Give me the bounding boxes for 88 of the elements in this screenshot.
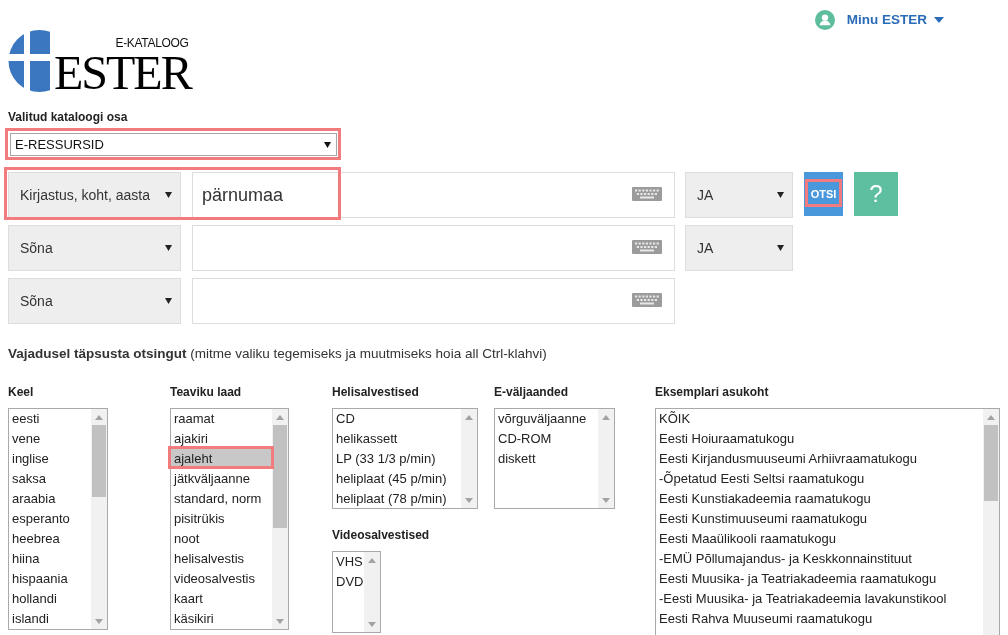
list-option[interactable]: heliplaat (78 p/min) <box>333 489 461 508</box>
list-option[interactable]: ajakiri <box>171 429 272 449</box>
keyboard-icon <box>632 240 662 254</box>
scroll-up-icon <box>602 414 610 420</box>
list-option[interactable]: -EMÜ Põllumajandus- ja Keskkonnainstituut <box>656 549 983 569</box>
field-dropdown[interactable]: Kirjastus, koht, aasta <box>8 172 181 218</box>
list-option[interactable]: hispaania <box>9 569 91 589</box>
list-option[interactable]: videosalvestis <box>171 569 272 589</box>
list-option[interactable]: saksa <box>9 469 91 489</box>
user-menu-link[interactable]: Minu ESTER <box>846 9 944 30</box>
list-option[interactable]: LP (33 1/3 p/min) <box>333 449 461 469</box>
caret-icon <box>165 192 172 198</box>
list-option[interactable]: käsikiri <box>171 609 272 629</box>
list-option[interactable]: Eesti Kunstiakadeemia raamatukogu <box>656 489 983 509</box>
logo-title: ESTER <box>54 55 191 91</box>
list-option[interactable]: diskett <box>495 449 598 469</box>
list-option[interactable]: Eesti Kirjandusmuuseumi Arhiivraamatukogu <box>656 449 983 469</box>
list-option[interactable]: CD-ROM <box>495 429 598 449</box>
scroll-down-icon <box>465 497 473 503</box>
filter-heading: Helisalvestised <box>332 386 419 399</box>
field-dropdown[interactable]: Sõna <box>8 278 181 324</box>
caret-icon <box>934 16 944 23</box>
list-option[interactable]: Eesti Rahva Muuseumi raamatukogu <box>656 609 983 629</box>
scroll-down-icon <box>602 497 610 503</box>
scroll-up-icon <box>276 414 284 420</box>
scroll-down-icon <box>95 618 103 624</box>
scrollbar-thumb[interactable] <box>273 425 287 528</box>
list-option[interactable]: -Eesti Muusika- ja Teatriakadeemia lavakunstikool <box>656 589 983 609</box>
list-option[interactable]: heebrea <box>9 529 91 549</box>
list-option[interactable]: DVD <box>333 572 364 592</box>
scroll-down-icon <box>276 618 284 624</box>
keyboard-icon <box>632 187 662 201</box>
list-option[interactable]: inglise <box>9 449 91 469</box>
filter-heading: E-väljaanded <box>494 386 569 399</box>
list-option[interactable]: helisalvestis <box>171 549 272 569</box>
list-option[interactable]: -Õpetatud Eesti Seltsi raamatukogu <box>656 469 983 489</box>
list-option[interactable]: hiina <box>9 549 91 569</box>
caret-icon <box>165 298 172 304</box>
list-option[interactable]: noot <box>171 529 272 549</box>
search-input[interactable] <box>192 225 675 271</box>
search-input[interactable] <box>192 278 675 324</box>
list-option[interactable]: Eesti Kunstimuuseumi raamatukogu <box>656 509 983 529</box>
catalog-dropdown[interactable]: E-RESSURSID <box>10 133 337 156</box>
list-option[interactable]: pisitrükis <box>171 509 272 529</box>
list-option[interactable]: eesti <box>9 409 91 429</box>
scroll-up-icon <box>95 414 103 420</box>
list-option[interactable]: jätkväljaanne <box>171 469 272 489</box>
filter-heading: Videosalvestised <box>332 529 430 542</box>
logo-subtitle: E-KATALOOG <box>115 37 189 49</box>
list-option[interactable]: standard, norm <box>171 489 272 509</box>
scroll-up-icon <box>368 557 376 563</box>
list-option[interactable]: araabia <box>9 489 91 509</box>
caret-icon <box>324 141 331 148</box>
operator-dropdown[interactable]: JA <box>685 225 793 271</box>
list-option[interactable]: KÕIK <box>656 409 983 429</box>
list-option[interactable]: Eesti Muusika- ja Teatriakadeemia raamatukogu <box>656 569 983 589</box>
list-option[interactable]: hollandi <box>9 589 91 609</box>
list-option[interactable]: CD <box>333 409 461 429</box>
list-option[interactable]: Eesti Hoiuraamatukogu <box>656 429 983 449</box>
scroll-up-icon <box>987 414 995 420</box>
caret-icon <box>777 245 784 251</box>
refine-hint: Vajadusel täpsusta otsingut (mitme valiku tegemiseks ja muutmiseks hoia all Ctrl-klahvi) <box>8 346 547 362</box>
field-dropdown[interactable]: Sõna <box>8 225 181 271</box>
section-label: Valitud kataloogi osa <box>8 111 128 124</box>
list-option[interactable]: heliplaat (45 p/min) <box>333 469 461 489</box>
operator-dropdown[interactable]: JA <box>685 172 793 218</box>
list-option[interactable]: kaart <box>171 589 272 609</box>
logo-globe-icon <box>8 30 50 92</box>
list-option[interactable]: islandi <box>9 609 91 629</box>
keyboard-icon <box>632 293 662 307</box>
scrollbar-thumb[interactable] <box>984 425 998 501</box>
caret-icon <box>165 245 172 251</box>
caret-icon <box>777 192 784 198</box>
list-option[interactable]: VHS <box>333 552 364 572</box>
person-icon <box>814 9 835 30</box>
scrollbar-thumb[interactable] <box>92 425 106 497</box>
filter-heading: Teaviku laad <box>170 386 242 399</box>
list-option[interactable]: võrguväljaanne <box>495 409 598 429</box>
scroll-down-icon <box>368 621 376 627</box>
list-option[interactable]: esperanto <box>9 509 91 529</box>
scroll-up-icon <box>465 414 473 420</box>
list-option[interactable]: raamat <box>171 409 272 429</box>
filter-heading: Eksemplari asukoht <box>655 386 769 399</box>
search-input[interactable]: pärnumaa <box>192 172 675 218</box>
list-option[interactable]: helikassett <box>333 429 461 449</box>
filter-heading: Keel <box>8 386 34 399</box>
list-option[interactable]: Eesti Maaülikooli raamatukogu <box>656 529 983 549</box>
list-option[interactable]: vene <box>9 429 91 449</box>
